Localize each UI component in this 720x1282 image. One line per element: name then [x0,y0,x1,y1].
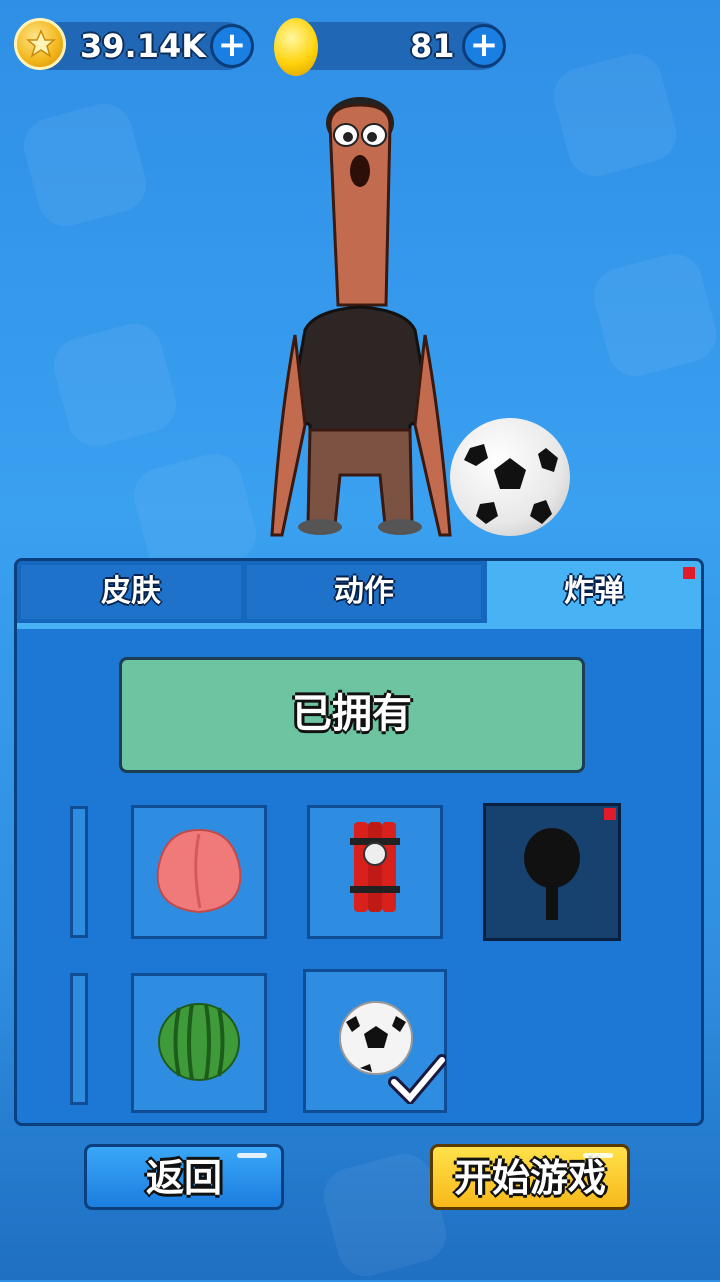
start-game-button-label: 开始游戏 [453,1156,606,1200]
star-coin-icon [14,18,66,70]
add-stars-button[interactable]: + [210,24,254,68]
back-button[interactable]: 返回 [84,1144,284,1210]
new-badge-icon [683,567,695,579]
item-slot-dynamite[interactable] [307,805,443,939]
background-pattern [547,47,683,183]
soccer-ball-icon [450,418,570,536]
star-currency-value: 39.14K [80,27,207,65]
start-game-button[interactable]: 开始游戏 [430,1144,630,1210]
frying-pan-icon [524,828,580,920]
background-pattern [587,247,720,383]
item-slot-peach[interactable] [131,805,267,939]
button-shine [237,1153,267,1158]
gold-currency-value: 81 [410,27,455,65]
item-slot-soccer-ball[interactable] [303,969,447,1113]
character-model [270,97,452,537]
owned-status-banner: 已拥有 [119,657,585,773]
background-pattern [17,97,153,233]
back-button-label: 返回 [145,1156,222,1200]
tab-bombs-label: 炸弹 [564,574,624,609]
tab-bar: 皮肤 动作 炸弹 [17,561,701,623]
button-shine [583,1153,613,1158]
dynamite-icon [350,822,400,912]
peach-icon [156,828,242,914]
item-slot-frying-pan[interactable] [483,803,621,941]
tab-underline [17,623,701,629]
tab-skins[interactable]: 皮肤 [21,565,241,619]
tab-bombs[interactable]: 炸弹 [487,561,701,623]
tab-actions[interactable]: 动作 [247,565,481,619]
background-pattern [47,317,183,453]
watermelon-icon [158,1003,240,1081]
gold-coin-icon [274,18,318,76]
scroll-partial-slot[interactable] [70,806,88,938]
item-slot-watermelon[interactable] [131,973,267,1113]
bomb-selection-panel: 皮肤 动作 炸弹 已拥有 [14,558,704,1126]
add-gold-button[interactable]: + [462,24,506,68]
new-badge-icon [604,808,616,820]
scroll-partial-slot[interactable] [70,973,88,1105]
checkmark-icon [388,1054,446,1104]
